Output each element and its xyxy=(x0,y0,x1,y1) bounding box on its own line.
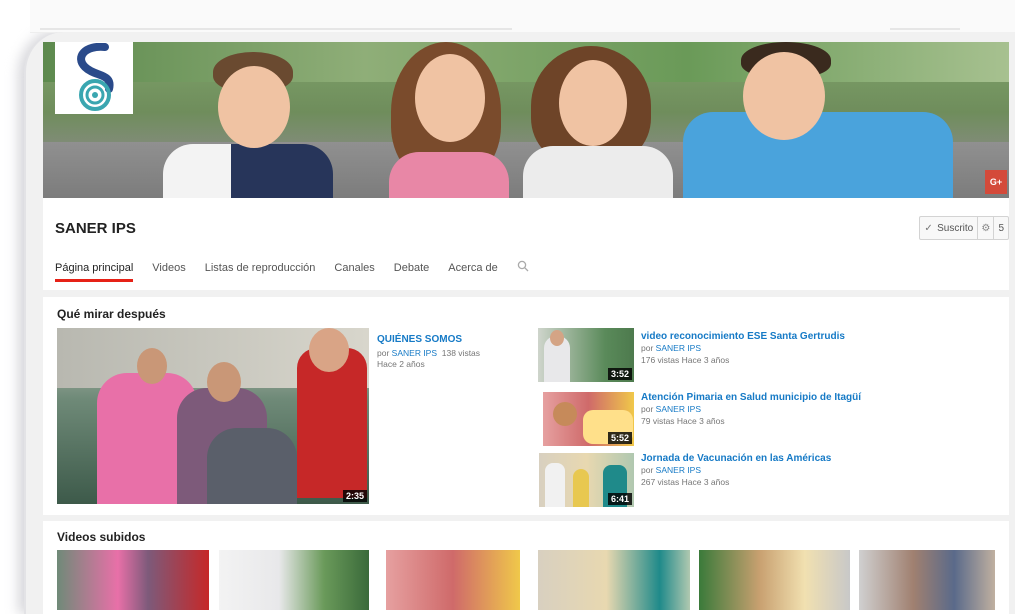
video-duration: 6:41 xyxy=(607,493,632,505)
video-age: Hace 2 años xyxy=(377,359,425,369)
by-prefix: por xyxy=(641,404,654,414)
subscribe-button[interactable]: ✓ Suscrito ⚙ 5 xyxy=(919,216,1009,240)
upload-thumbnail[interactable] xyxy=(859,550,995,610)
uploads-section: Videos subidos xyxy=(43,521,1009,614)
video-duration: 3:52 xyxy=(607,368,632,380)
upload-thumbnail[interactable] xyxy=(386,550,520,610)
tab-playlists[interactable]: Listas de reproducción xyxy=(205,262,316,282)
upload-thumbnail[interactable] xyxy=(57,550,209,610)
gear-icon[interactable]: ⚙ xyxy=(977,217,993,239)
check-icon: ✓ xyxy=(924,222,933,234)
section-title: Videos subidos xyxy=(57,530,146,544)
author-link[interactable]: SANER IPS xyxy=(656,404,701,414)
logo-icon xyxy=(77,43,114,111)
tab-discussion[interactable]: Debate xyxy=(394,262,429,282)
author-link[interactable]: SANER IPS xyxy=(656,343,701,353)
upload-thumbnail[interactable] xyxy=(699,550,850,610)
by-prefix: por xyxy=(377,348,390,358)
by-prefix: por xyxy=(641,465,654,475)
video-title[interactable]: Atención Pimaria en Salud municipio de I… xyxy=(641,392,861,403)
by-prefix: por xyxy=(641,343,654,353)
subscribe-label: Suscrito xyxy=(937,222,974,234)
author-link[interactable]: SANER IPS xyxy=(656,465,701,475)
video-duration: 5:52 xyxy=(607,432,632,444)
banner-photo-child xyxy=(163,52,333,198)
channel-header: SANER IPS ✓ Suscrito ⚙ 5 Página principa… xyxy=(43,198,1009,290)
video-thumbnail[interactable]: 6:41 xyxy=(539,453,634,507)
featured-video-thumbnail[interactable]: 2:35 xyxy=(57,328,369,504)
video-duration: 2:35 xyxy=(342,490,367,502)
tab-channels[interactable]: Canales xyxy=(334,262,374,282)
banner-photo-child xyxy=(373,42,533,198)
search-icon[interactable] xyxy=(517,260,529,280)
video-thumbnail[interactable]: 3:52 xyxy=(538,328,634,382)
channel-banner: G+ xyxy=(43,42,1009,198)
banner-photo-child xyxy=(523,46,673,198)
section-title: Qué mirar después xyxy=(57,307,166,321)
watch-next-section: Qué mirar después 2:35 QUIÉNES SOMOS por… xyxy=(43,297,1009,515)
upload-thumbnail[interactable] xyxy=(219,550,369,610)
banner-photo-child xyxy=(683,42,983,198)
channel-page: G+ SANER IPS ✓ Suscrito ⚙ 5 Página princ… xyxy=(24,32,1015,614)
video-stats: 79 vistas Hace 3 años xyxy=(641,416,725,426)
featured-video-title[interactable]: QUIÉNES SOMOS xyxy=(377,334,462,345)
video-stats: 176 vistas Hace 3 años xyxy=(641,355,730,365)
channel-tabs: Página principal Videos Listas de reprod… xyxy=(55,260,529,282)
video-title[interactable]: video reconocimiento ESE Santa Gertrudis xyxy=(641,331,845,342)
featured-video-meta: por SANER IPS 138 vistas xyxy=(377,348,480,358)
video-title[interactable]: Jornada de Vacunación en las Américas xyxy=(641,453,831,464)
google-plus-icon[interactable]: G+ xyxy=(985,170,1007,194)
subscriber-count: 5 xyxy=(993,217,1008,239)
channel-title: SANER IPS xyxy=(55,220,136,237)
tab-home[interactable]: Página principal xyxy=(55,262,134,282)
video-meta: por SANER IPS xyxy=(641,465,701,475)
video-meta: por SANER IPS xyxy=(641,404,701,414)
upload-thumbnail[interactable] xyxy=(538,550,690,610)
video-views: 138 vistas xyxy=(441,348,481,358)
tab-videos[interactable]: Videos xyxy=(152,262,185,282)
video-thumbnail[interactable]: 5:52 xyxy=(543,392,634,446)
video-meta: por SANER IPS xyxy=(641,343,701,353)
browser-top-strip xyxy=(30,0,1015,33)
tab-about[interactable]: Acerca de xyxy=(448,262,498,282)
video-stats: 267 vistas Hace 3 años xyxy=(641,477,730,487)
author-link[interactable]: SANER IPS xyxy=(392,348,437,358)
channel-logo[interactable] xyxy=(55,42,133,114)
